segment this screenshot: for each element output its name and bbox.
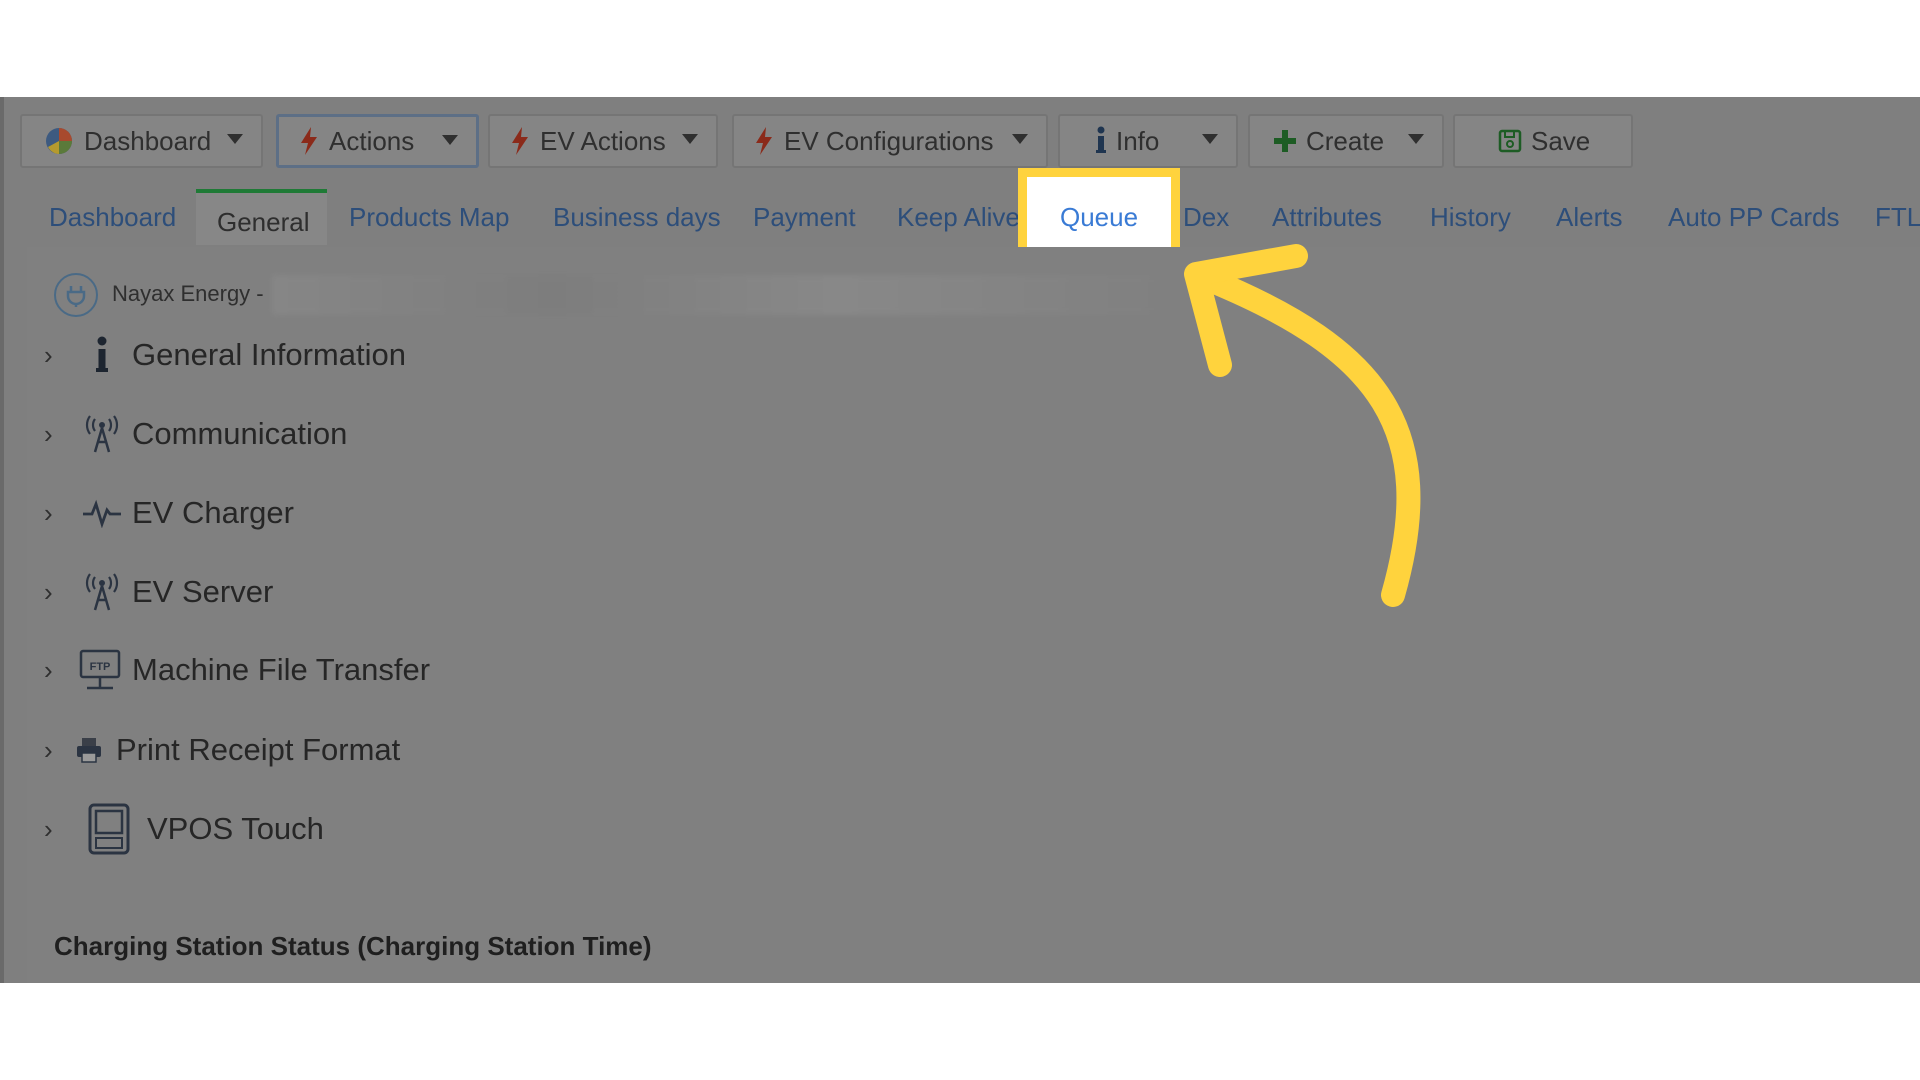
curved-arrow-annotation [1184, 244, 1421, 607]
